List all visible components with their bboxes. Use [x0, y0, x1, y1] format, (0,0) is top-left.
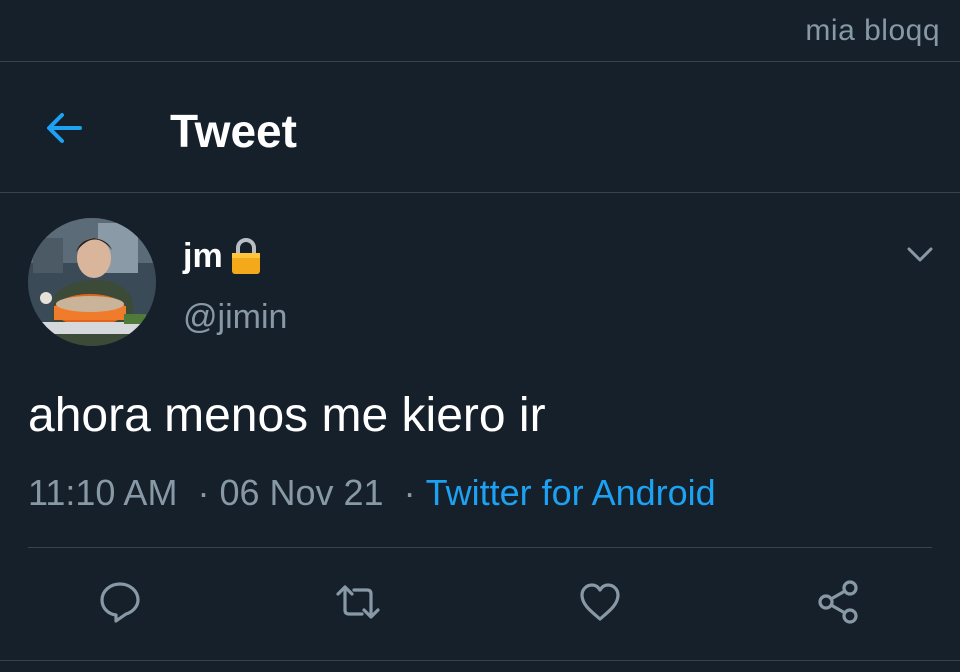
- tweet-meta: 11:10 AM · 06 Nov 21 · Twitter for Android: [28, 472, 716, 514]
- chevron-down-icon: [907, 247, 933, 262]
- user-handle[interactable]: @jimin: [183, 298, 287, 337]
- top-divider: [0, 61, 960, 62]
- display-name[interactable]: jm: [183, 236, 263, 276]
- retweet-icon: [336, 585, 380, 619]
- tweet-time: 11:10 AM: [28, 472, 178, 513]
- page-title: Tweet: [170, 105, 297, 157]
- share-button[interactable]: [814, 578, 862, 626]
- avatar[interactable]: [28, 218, 156, 346]
- bottom-divider: [0, 660, 960, 661]
- back-arrow-icon: [47, 113, 82, 143]
- like-icon: [580, 583, 620, 621]
- lock-icon: [229, 236, 263, 276]
- tweet-text: ahora menos me kiero ir: [28, 389, 546, 442]
- like-button[interactable]: [576, 578, 624, 626]
- meta-separator: ·: [403, 472, 416, 513]
- avatar-photo: [28, 218, 156, 346]
- more-options-button[interactable]: [904, 240, 936, 268]
- meta-separator: ·: [197, 472, 210, 513]
- tweet-screen: mia bloqq Tweet jm @jimin ahora menos me…: [0, 0, 960, 672]
- tweet-source-link[interactable]: Twitter for Android: [426, 472, 716, 513]
- retweet-button[interactable]: [334, 578, 382, 626]
- tweet-date: 06 Nov 21: [219, 472, 384, 513]
- back-button[interactable]: [40, 104, 88, 152]
- reply-button[interactable]: [96, 578, 144, 626]
- actions-divider: [28, 547, 932, 548]
- display-name-text: jm: [183, 236, 223, 275]
- share-icon: [818, 580, 858, 624]
- watermark: mia bloqq: [805, 14, 940, 47]
- header-divider: [0, 192, 960, 193]
- reply-icon: [100, 582, 140, 623]
